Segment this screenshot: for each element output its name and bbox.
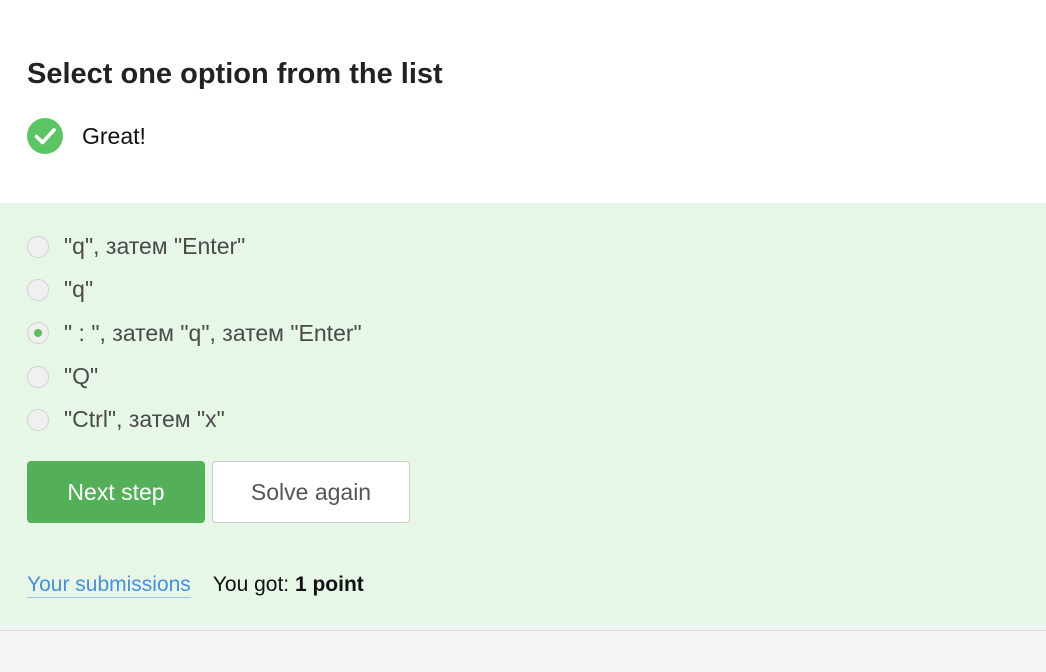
result-status: Great!	[27, 118, 146, 154]
divider	[0, 630, 1046, 631]
option-label: "q"	[64, 276, 94, 303]
question-header: Select one option from the list Great!	[0, 0, 1046, 203]
option-label: "Ctrl", затем "x"	[64, 406, 225, 433]
option-item[interactable]: " : ", затем "q", затем "Enter"	[27, 312, 362, 355]
option-item[interactable]: "q"	[27, 268, 362, 311]
score-prefix: You got:	[212, 573, 295, 596]
question-title: Select one option from the list	[27, 58, 443, 90]
radio-button[interactable]	[27, 235, 49, 258]
radio-button[interactable]	[27, 365, 49, 388]
check-circle-icon	[27, 118, 63, 154]
score-text: You got: 1 point	[213, 573, 364, 597]
radio-button[interactable]	[27, 408, 49, 431]
option-label: "Q"	[64, 363, 99, 390]
option-label: " : ", затем "q", затем "Enter"	[64, 319, 362, 346]
option-item[interactable]: "q", затем "Enter"	[27, 225, 362, 268]
option-item[interactable]: "Ctrl", затем "x"	[27, 398, 362, 441]
options-list: "q", затем "Enter" "q" " : ", затем "q",…	[27, 225, 362, 441]
score-value: 1 point	[294, 573, 364, 596]
radio-button-selected[interactable]	[27, 322, 49, 345]
solve-again-button[interactable]: Solve again	[212, 461, 410, 523]
next-step-button[interactable]: Next step	[27, 461, 205, 523]
submission-footer: Your submissions You got: 1 point	[27, 573, 364, 598]
radio-button[interactable]	[27, 278, 49, 301]
status-text: Great!	[82, 122, 146, 149]
option-label: "q", затем "Enter"	[64, 233, 246, 260]
your-submissions-link[interactable]: Your submissions	[27, 573, 191, 598]
answer-area: "q", затем "Enter" "q" " : ", затем "q",…	[0, 203, 1046, 625]
option-item[interactable]: "Q"	[27, 355, 362, 398]
